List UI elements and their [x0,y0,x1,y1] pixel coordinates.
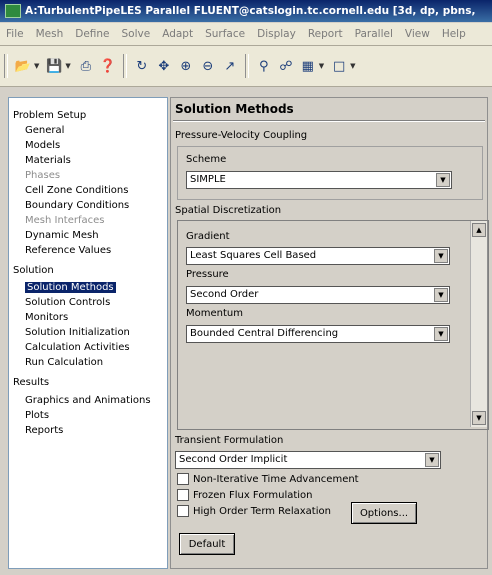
pressure-select[interactable]: Second Order ▼ [186,286,450,304]
menu-report[interactable]: Report [302,28,349,40]
chevron-down-icon[interactable]: ▼ [434,249,448,263]
window-icon[interactable]: □ [330,57,348,75]
menu-solve[interactable]: Solve [116,28,157,40]
pressure-label: Pressure [186,269,229,280]
tree-item-dynamic-mesh[interactable]: Dynamic Mesh [25,230,99,241]
checkbox-box[interactable] [177,473,189,485]
title-bar: A:TurbulentPipeLES Parallel FLUENT@catsl… [0,0,492,22]
momentum-select[interactable]: Bounded Central Differencing ▼ [186,325,450,343]
checkbox-box[interactable] [177,505,189,517]
probe-icon[interactable]: ↗ [221,57,239,75]
menu-display[interactable]: Display [251,28,302,40]
tree-item-solution-controls[interactable]: Solution Controls [25,297,110,308]
scroll-up-icon[interactable]: ▲ [472,223,486,237]
toolbar-grip [4,54,8,78]
frozen-flux-formulation-checkbox[interactable]: Frozen Flux Formulation [177,489,313,501]
tree-item-run-calculation[interactable]: Run Calculation [25,357,103,368]
pv-coupling-group: Scheme SIMPLE ▼ [177,146,483,200]
pan-icon[interactable]: ✥ [155,57,173,75]
zoom-in-icon[interactable]: ⊕ [177,57,195,75]
spatial-discretization-group: Gradient Least Squares Cell Based ▼ Pres… [177,220,489,430]
default-button[interactable]: Default [179,533,235,555]
chevron-down-icon[interactable]: ▼ [436,173,450,187]
tree-item-solution-methods[interactable]: Solution Methods [25,282,116,293]
pressure-velocity-coupling-label: Pressure-Velocity Coupling [175,130,308,141]
toolbar-separator [122,54,127,78]
fit-icon[interactable]: ☍ [277,57,295,75]
spatial-discretization-label: Spatial Discretization [175,205,282,216]
gradient-label: Gradient [186,231,230,242]
chevron-down-icon[interactable]: ▼ [425,453,439,467]
toolbar: 📂 ▼ 💾 ▼ ⎙ ❓ ↻ ✥ ⊕ ⊖ ↗ ⚲ ☍ ▦ ▼ □ ▼ [0,46,492,87]
navigation-tree: Problem Setup General Models Materials P… [8,97,168,569]
menu-file[interactable]: File [0,28,30,40]
tree-results[interactable]: Results [13,377,49,388]
high-order-term-relaxation-checkbox[interactable]: High Order Term Relaxation [177,505,331,517]
print-icon[interactable]: ⎙ [77,57,95,75]
tree-item-materials[interactable]: Materials [25,155,71,166]
tree-item-graphics-and-animations[interactable]: Graphics and Animations [25,395,151,406]
frozen-flux-label: Frozen Flux Formulation [193,489,313,501]
open-dropdown-icon[interactable]: ▼ [34,62,39,70]
scheme-select[interactable]: SIMPLE ▼ [186,171,452,189]
transient-formulation-select[interactable]: Second Order Implicit ▼ [175,451,441,469]
gradient-value: Least Squares Cell Based [190,250,317,261]
spatial-scrollbar[interactable]: ▲ ▼ [470,221,487,427]
options-button[interactable]: Options... [351,502,417,524]
tree-item-cell-zone-conditions[interactable]: Cell Zone Conditions [25,185,128,196]
pressure-value: Second Order [190,289,259,300]
window-title: A:TurbulentPipeLES Parallel FLUENT@catsl… [25,5,476,17]
menu-mesh[interactable]: Mesh [30,28,70,40]
tree-item-calculation-activities[interactable]: Calculation Activities [25,342,130,353]
scheme-value: SIMPLE [190,174,226,185]
toolbar-separator [244,54,249,78]
save-dropdown-icon[interactable]: ▼ [65,62,70,70]
help-icon[interactable]: ❓ [99,57,117,75]
tree-item-boundary-conditions[interactable]: Boundary Conditions [25,200,129,211]
tree-item-phases: Phases [25,170,61,181]
gradient-select[interactable]: Least Squares Cell Based ▼ [186,247,450,265]
menu-help[interactable]: Help [436,28,472,40]
tree-item-solution-initialization[interactable]: Solution Initialization [25,327,130,338]
menu-view[interactable]: View [399,28,436,40]
tree-solution[interactable]: Solution [13,265,54,276]
tree-item-general[interactable]: General [25,125,64,136]
menu-parallel[interactable]: Parallel [349,28,399,40]
menu-define[interactable]: Define [69,28,115,40]
non-iterative-label: Non-Iterative Time Advancement [193,473,359,485]
non-iterative-time-advancement-checkbox[interactable]: Non-Iterative Time Advancement [177,473,359,485]
menu-bar: File Mesh Define Solve Adapt Surface Dis… [0,23,492,46]
tree-item-mesh-interfaces: Mesh Interfaces [25,215,105,226]
open-icon[interactable]: 📂 [14,57,32,75]
window-dropdown-icon[interactable]: ▼ [350,62,355,70]
menu-adapt[interactable]: Adapt [156,28,199,40]
tree-item-reports[interactable]: Reports [25,425,63,436]
title-divider [173,120,485,122]
layout-dropdown-icon[interactable]: ▼ [319,62,324,70]
transient-formulation-value: Second Order Implicit [179,454,288,465]
chevron-down-icon[interactable]: ▼ [434,288,448,302]
tree-problem-setup[interactable]: Problem Setup [13,110,86,121]
checkbox-box[interactable] [177,489,189,501]
save-icon[interactable]: 💾 [45,57,63,75]
zoom-out-icon[interactable]: ⊖ [199,57,217,75]
tree-item-plots[interactable]: Plots [25,410,49,421]
chevron-down-icon[interactable]: ▼ [434,327,448,341]
app-icon [5,4,21,18]
panel-title: Solution Methods [175,102,294,116]
rotate-icon[interactable]: ↻ [133,57,151,75]
scroll-down-icon[interactable]: ▼ [472,411,486,425]
momentum-label: Momentum [186,308,243,319]
tree-item-models[interactable]: Models [25,140,60,151]
scheme-label: Scheme [186,154,227,165]
transient-formulation-label: Transient Formulation [175,435,284,446]
menu-surface[interactable]: Surface [199,28,251,40]
layout-icon[interactable]: ▦ [299,57,317,75]
tree-item-reference-values[interactable]: Reference Values [25,245,111,256]
tree-item-monitors[interactable]: Monitors [25,312,68,323]
high-order-label: High Order Term Relaxation [193,505,331,517]
momentum-value: Bounded Central Differencing [190,328,339,339]
zoom-fit-icon[interactable]: ⚲ [255,57,273,75]
solution-methods-panel: Solution Methods Pressure-Velocity Coupl… [170,97,489,569]
